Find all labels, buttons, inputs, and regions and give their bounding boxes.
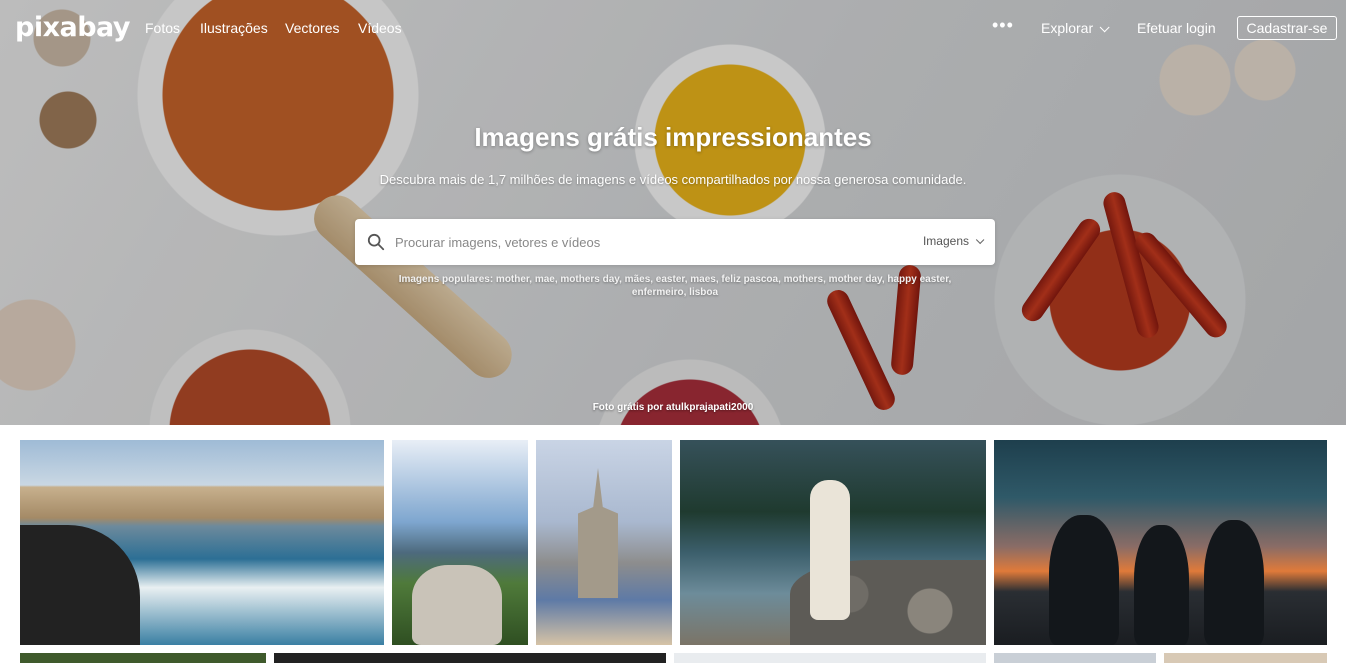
explore-label: Explorar <box>1041 20 1094 36</box>
popular-searches[interactable]: Imagens populares: mother, mae, mothers … <box>380 273 970 299</box>
nav-link-ilustracoes[interactable]: Ilustrações <box>200 20 268 36</box>
gallery-image-sunset[interactable] <box>994 440 1327 645</box>
silhouette <box>1049 515 1119 645</box>
login-link[interactable]: Efetuar login <box>1137 20 1216 36</box>
nav-link-fotos[interactable]: Fotos <box>145 20 180 36</box>
nav-link-vectores[interactable]: Vectores <box>285 20 339 36</box>
search-input[interactable] <box>395 219 895 265</box>
church-tower <box>578 468 618 598</box>
hero-subtitle: Descubra mais de 1,7 milhões de imagens … <box>379 172 967 187</box>
explore-menu[interactable]: Explorar <box>1041 20 1110 36</box>
gallery-image-row2[interactable] <box>274 653 666 663</box>
reclining-person <box>412 565 502 645</box>
gallery-image-mountain[interactable] <box>392 440 528 645</box>
photo-credit[interactable]: Foto grátis por atulkprajapati2000 <box>0 402 1346 413</box>
top-navigation: pixabay Fotos Ilustrações Vectores Vídeo… <box>0 0 1346 56</box>
gallery-image-river[interactable] <box>680 440 986 645</box>
gallery-image-coast[interactable] <box>20 440 384 645</box>
search-icon[interactable] <box>367 233 385 251</box>
gallery-image-row2[interactable] <box>1164 653 1327 663</box>
pixabay-logo[interactable]: pixabay <box>15 12 131 43</box>
gallery-image-church[interactable] <box>536 440 672 645</box>
silhouette <box>1204 520 1264 645</box>
chevron-down-icon <box>975 235 985 245</box>
search-bar: Imagens <box>355 219 995 265</box>
gallery-image-row2[interactable] <box>674 653 986 663</box>
silhouette <box>1134 525 1189 645</box>
search-type-label: Imagens <box>922 234 969 248</box>
coast-rock <box>20 525 140 645</box>
chevron-down-icon <box>1099 22 1110 33</box>
more-dots-icon[interactable]: ••• <box>992 15 1014 36</box>
hero-title: Imagens grátis impressionantes <box>474 122 872 152</box>
nav-link-videos[interactable]: Vídeos <box>358 20 402 36</box>
woman-figure <box>810 480 850 620</box>
gallery-image-row2[interactable] <box>994 653 1156 663</box>
hero-banner: pixabay Fotos Ilustrações Vectores Vídeo… <box>0 0 1346 425</box>
gallery-image-row2[interactable] <box>20 653 266 663</box>
signup-button[interactable]: Cadastrar-se <box>1237 16 1337 40</box>
search-type-dropdown[interactable]: Imagens <box>922 234 985 248</box>
hero-overlay <box>0 0 1346 425</box>
